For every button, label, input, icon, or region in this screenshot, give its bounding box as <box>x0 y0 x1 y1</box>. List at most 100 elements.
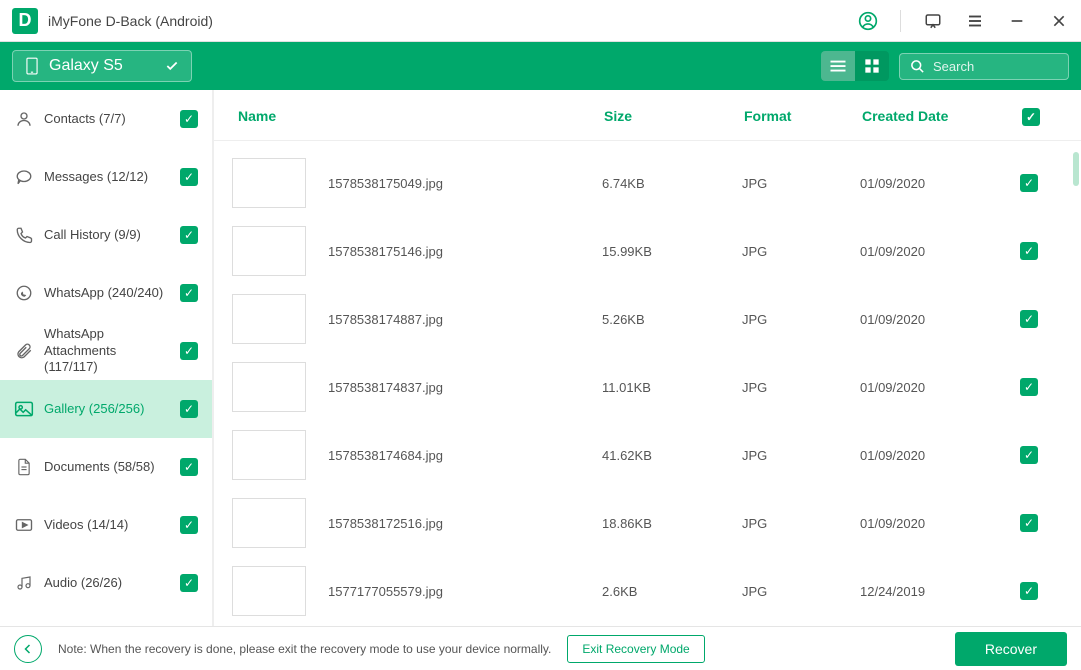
row-checkbox[interactable]: ✓ <box>1020 174 1038 192</box>
sidebar-item-document[interactable]: Documents (58/58) ✓ <box>0 438 212 496</box>
sidebar-checkbox[interactable]: ✓ <box>180 284 198 302</box>
file-size: 2.6KB <box>602 584 742 599</box>
file-name: 1578538174837.jpg <box>328 380 602 395</box>
thumbnail <box>232 498 306 548</box>
titlebar-divider <box>900 10 901 32</box>
user-icon[interactable] <box>858 11 878 31</box>
select-all-checkbox[interactable]: ✓ <box>1022 108 1040 126</box>
row-checkbox[interactable]: ✓ <box>1020 582 1038 600</box>
sidebar-checkbox[interactable]: ✓ <box>180 458 198 476</box>
sidebar-item-video[interactable]: Videos (14/14)✓ <box>0 496 212 554</box>
search-box[interactable] <box>899 53 1069 80</box>
file-format: JPG <box>742 516 860 531</box>
file-size: 41.62KB <box>602 448 742 463</box>
file-date: 01/09/2020 <box>860 516 1015 531</box>
sidebar-item-phone[interactable]: Call History (9/9) ✓ <box>0 206 212 264</box>
file-size: 15.99KB <box>602 244 742 259</box>
sidebar-item-label: Documents (58/58) <box>44 459 170 476</box>
table-row[interactable]: 1578538174887.jpg5.26KBJPG01/09/2020✓ <box>232 285 1063 353</box>
scrollbar[interactable] <box>1073 152 1079 186</box>
sidebar-item-label: Call History (9/9) <box>44 227 170 244</box>
attach-icon <box>14 342 34 360</box>
table-row[interactable]: 1578538175049.jpg6.74KBJPG01/09/2020✓ <box>232 149 1063 217</box>
minimize-icon[interactable] <box>1007 11 1027 31</box>
row-checkbox[interactable]: ✓ <box>1020 514 1038 532</box>
sidebar-item-label: Contacts (7/7) <box>44 111 170 128</box>
toolbar: Galaxy S5 <box>0 42 1081 90</box>
file-date: 01/09/2020 <box>860 244 1015 259</box>
file-size: 11.01KB <box>602 380 742 395</box>
document-icon <box>14 458 34 476</box>
footer-note: Note: When the recovery is done, please … <box>58 642 551 656</box>
file-date: 01/09/2020 <box>860 176 1015 191</box>
sidebar-checkbox[interactable]: ✓ <box>180 574 198 592</box>
search-icon <box>910 59 925 74</box>
sidebar-item-label: Audio (26/26) <box>44 575 170 592</box>
search-input[interactable] <box>933 59 1081 74</box>
sidebar-item-message[interactable]: Messages (12/12)✓ <box>0 148 212 206</box>
check-icon <box>165 59 179 73</box>
audio-icon <box>14 574 34 592</box>
device-badge[interactable]: Galaxy S5 <box>12 50 192 82</box>
exit-recovery-button[interactable]: Exit Recovery Mode <box>567 635 704 663</box>
sidebar-checkbox[interactable]: ✓ <box>180 516 198 534</box>
phone-icon <box>25 57 39 75</box>
video-icon <box>14 516 34 534</box>
sidebar-checkbox[interactable]: ✓ <box>180 342 198 360</box>
file-format: JPG <box>742 176 860 191</box>
row-checkbox[interactable]: ✓ <box>1020 446 1038 464</box>
sidebar-checkbox[interactable]: ✓ <box>180 226 198 244</box>
gallery-icon <box>14 400 34 418</box>
col-name[interactable]: Name <box>234 108 604 126</box>
sidebar-checkbox[interactable]: ✓ <box>180 168 198 186</box>
sidebar-checkbox[interactable]: ✓ <box>180 400 198 418</box>
table-row[interactable]: 1578538174837.jpg11.01KBJPG01/09/2020✓ <box>232 353 1063 421</box>
row-checkbox[interactable]: ✓ <box>1020 378 1038 396</box>
file-size: 5.26KB <box>602 312 742 327</box>
thumbnail <box>232 566 306 616</box>
sidebar-item-whatsapp[interactable]: WhatsApp (240/240)✓ <box>0 264 212 322</box>
list-view-button[interactable] <box>821 51 855 81</box>
file-format: JPG <box>742 584 860 599</box>
file-date: 12/24/2019 <box>860 584 1015 599</box>
file-format: JPG <box>742 448 860 463</box>
file-date: 01/09/2020 <box>860 312 1015 327</box>
thumbnail <box>232 226 306 276</box>
row-checkbox[interactable]: ✓ <box>1020 310 1038 328</box>
sidebar-item-attach[interactable]: WhatsApp Attachments (117/117)✓ <box>0 322 212 380</box>
file-name: 1578538174887.jpg <box>328 312 602 327</box>
file-size: 18.86KB <box>602 516 742 531</box>
table-row[interactable]: 1577177055579.jpg2.6KBJPG12/24/2019✓ <box>232 557 1063 625</box>
footer: Note: When the recovery is done, please … <box>0 626 1081 670</box>
sidebar-item-label: Gallery (256/256) <box>44 401 170 418</box>
table-body[interactable]: 1578538175049.jpg6.74KBJPG01/09/2020✓157… <box>214 141 1081 626</box>
back-button[interactable] <box>14 635 42 663</box>
titlebar: D iMyFone D-Back (Android) <box>0 0 1081 42</box>
table-row[interactable]: 1578538172516.jpg18.86KBJPG01/09/2020✓ <box>232 489 1063 557</box>
col-format[interactable]: Format <box>744 108 862 126</box>
menu-icon[interactable] <box>965 11 985 31</box>
table-row[interactable]: 1578538175146.jpg15.99KBJPG01/09/2020✓ <box>232 217 1063 285</box>
file-format: JPG <box>742 380 860 395</box>
whatsapp-icon <box>14 284 34 302</box>
col-size[interactable]: Size <box>604 108 744 126</box>
file-name: 1578538174684.jpg <box>328 448 602 463</box>
row-checkbox[interactable]: ✓ <box>1020 242 1038 260</box>
grid-view-button[interactable] <box>855 51 889 81</box>
feedback-icon[interactable] <box>923 11 943 31</box>
sidebar-item-gallery[interactable]: Gallery (256/256) ✓ <box>0 380 212 438</box>
thumbnail <box>232 430 306 480</box>
sidebar-item-audio[interactable]: Audio (26/26) ✓ <box>0 554 212 612</box>
table-row[interactable]: 1578538174684.jpg41.62KBJPG01/09/2020✓ <box>232 421 1063 489</box>
recover-button[interactable]: Recover <box>955 632 1067 666</box>
sidebar-item-contact[interactable]: Contacts (7/7) ✓ <box>0 90 212 148</box>
col-date[interactable]: Created Date <box>862 108 1017 126</box>
table-header: Name Size Format Created Date ✓ <box>214 90 1081 141</box>
app-logo: D <box>12 8 38 34</box>
file-size: 6.74KB <box>602 176 742 191</box>
sidebar-checkbox[interactable]: ✓ <box>180 110 198 128</box>
thumbnail <box>232 294 306 344</box>
phone-icon <box>14 226 34 244</box>
close-icon[interactable] <box>1049 11 1069 31</box>
sidebar: Contacts (7/7)✓Messages (12/12)✓Call His… <box>0 90 214 626</box>
